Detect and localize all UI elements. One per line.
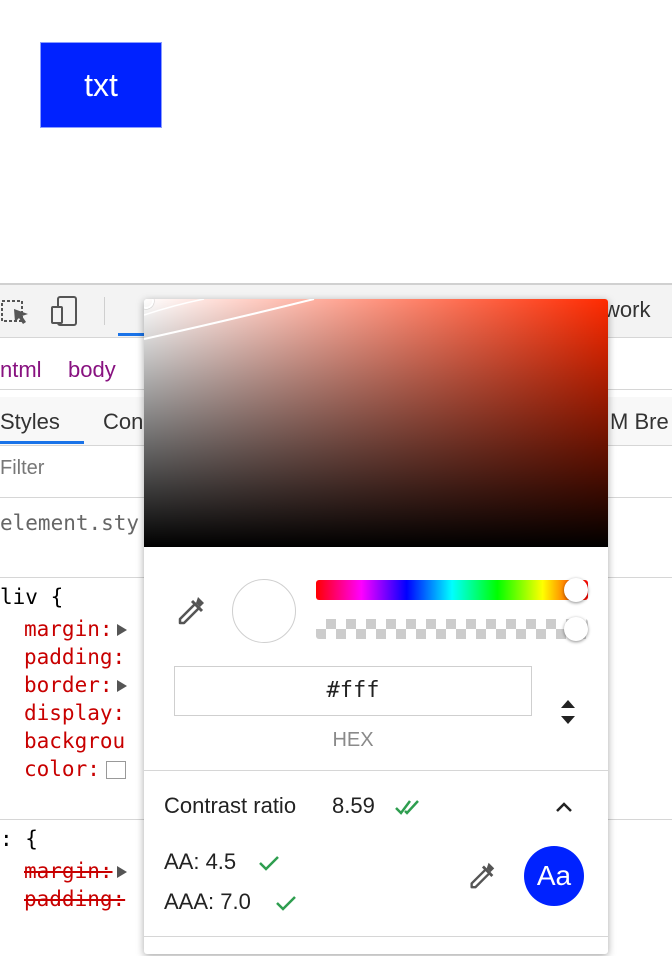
contrast-ratio-label: Contrast ratio: [164, 793, 297, 818]
hue-slider-knob[interactable]: [564, 578, 588, 602]
tab-styles[interactable]: Styles: [0, 409, 60, 435]
property-name: margin:: [24, 859, 113, 883]
double-check-icon: [395, 800, 419, 815]
inspect-element-icon[interactable]: [0, 295, 32, 327]
div-rule-selector: liv {: [0, 585, 64, 609]
divider: [144, 936, 608, 937]
property-name: backgrou: [24, 729, 126, 753]
property-name: margin:: [24, 617, 113, 641]
property-name: border:: [24, 673, 113, 697]
chevron-up-icon[interactable]: [554, 799, 574, 815]
breadcrumb-html[interactable]: ntml: [0, 357, 42, 383]
eyedropper-icon[interactable]: [174, 593, 208, 627]
check-icon: [276, 896, 296, 911]
color-swatch[interactable]: [105, 761, 126, 779]
css-property-padding[interactable]: padding:: [24, 645, 125, 669]
styles-tab-indicator: [0, 441, 84, 444]
divider: [144, 770, 608, 771]
css-property-background[interactable]: backgrou: [24, 729, 125, 753]
contrast-ratio-value: 8.59: [332, 793, 375, 818]
aa-threshold: AA: 4.5: [164, 849, 237, 874]
alpha-slider-knob[interactable]: [564, 617, 588, 641]
css-property-display[interactable]: display:: [24, 701, 125, 725]
device-toolbar-icon[interactable]: [50, 295, 82, 327]
expand-arrow-icon[interactable]: [116, 624, 127, 636]
tab-dom-breakpoints[interactable]: M Bre: [610, 409, 669, 435]
alpha-slider[interactable]: [316, 619, 588, 639]
property-name: display:: [24, 701, 126, 725]
contrast-preview-swatch: Aa: [524, 846, 584, 906]
saturation-value-area[interactable]: [144, 299, 608, 547]
check-icon: [259, 856, 279, 871]
css-property-border[interactable]: border:: [24, 673, 127, 697]
tab-network[interactable]: work: [604, 297, 650, 323]
expand-arrow-icon[interactable]: [116, 680, 127, 692]
contrast-line-icon: [144, 299, 315, 340]
css-property-padding-overridden[interactable]: padding:: [24, 887, 125, 911]
color-format-label: HEX: [332, 729, 374, 751]
star-rule-selector: : {: [0, 827, 38, 851]
tab-computed[interactable]: Con: [103, 409, 143, 435]
toolbar-divider: [104, 297, 105, 325]
css-property-margin-overridden[interactable]: margin:: [24, 859, 127, 883]
expand-arrow-icon[interactable]: [116, 866, 127, 878]
aaa-threshold: AAA: 7.0: [164, 889, 251, 914]
element-style-selector: element.sty: [0, 511, 140, 535]
property-name: padding:: [24, 887, 126, 911]
css-property-margin[interactable]: margin:: [24, 617, 127, 641]
property-name: color:: [24, 757, 100, 781]
format-toggle-icon[interactable]: [556, 697, 580, 727]
color-preview-swatch: [232, 579, 296, 643]
property-name: padding:: [24, 645, 126, 669]
hex-input[interactable]: #fff: [174, 666, 532, 716]
color-picker-popover: #fff HEX Contrast ratio 8.59 AA: 4.5 AAA…: [144, 299, 608, 954]
css-property-color[interactable]: color:: [24, 757, 126, 781]
hue-slider[interactable]: [316, 580, 588, 600]
demo-element: txt: [40, 42, 162, 128]
breadcrumb-body[interactable]: body: [68, 357, 116, 383]
background-eyedropper-icon[interactable]: [466, 859, 498, 891]
styles-filter-input[interactable]: Filter: [0, 457, 44, 480]
